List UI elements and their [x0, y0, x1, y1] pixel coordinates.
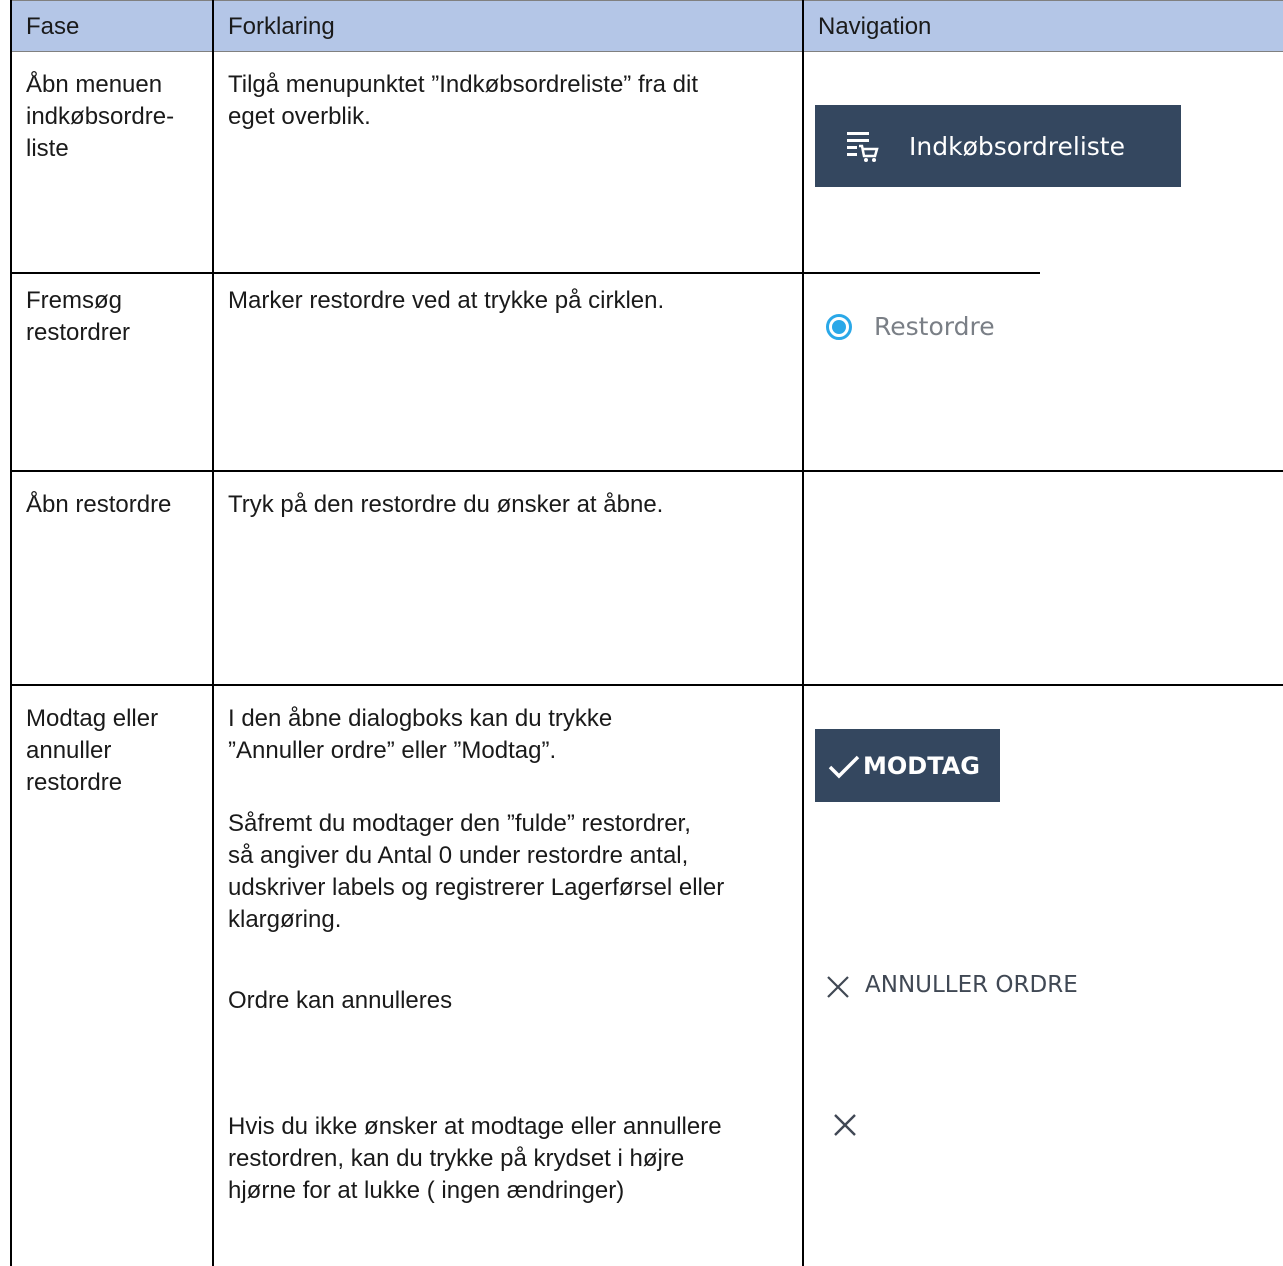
table-divider	[802, 0, 804, 1266]
row3-fase: Åbn restordre	[26, 491, 172, 518]
check-icon	[827, 752, 861, 780]
row1-fase: Åbn menuen indkøbsordre- liste	[26, 71, 175, 162]
header-fase: Fase	[26, 13, 80, 40]
modtag-label: MODTAG	[863, 751, 980, 780]
table-divider	[10, 51, 1283, 52]
list-cart-icon	[845, 129, 879, 163]
table-divider	[212, 0, 214, 1266]
table-header	[10, 0, 1283, 52]
row2-fase: Fremsøg restordrer	[26, 287, 131, 346]
table-divider	[10, 470, 1283, 472]
row4-fase: Modtag eller annuller restordre	[26, 705, 159, 796]
row3-forklaring: Tryk på den restordre du ønsker at åbne.	[228, 491, 664, 518]
restordre-radio[interactable]: Restordre	[826, 312, 995, 341]
header-navigation: Navigation	[818, 13, 932, 40]
row4-forklaring-p2: Såfremt du modtager den ”fulde” restordr…	[228, 810, 725, 933]
close-icon[interactable]	[833, 1113, 857, 1137]
radio-selected-icon	[826, 313, 852, 340]
indkobsordreliste-button[interactable]: Indkøbsordreliste	[815, 105, 1181, 187]
table-divider	[10, 0, 12, 1266]
header-forklaring: Forklaring	[228, 13, 335, 40]
row4-forklaring-p3: Ordre kan annulleres	[228, 987, 453, 1014]
table-divider	[10, 0, 1283, 1]
row4-forklaring-p4: Hvis du ikke ønsker at modtage eller ann…	[228, 1113, 722, 1204]
table-divider	[10, 272, 1040, 274]
row2-forklaring: Marker restordre ved at trykke på cirkle…	[228, 287, 665, 314]
restordre-radio-label: Restordre	[874, 312, 995, 341]
row4-forklaring-p1: I den åbne dialogboks kan du trykke ”Ann…	[228, 705, 613, 764]
modtag-button[interactable]: MODTAG	[815, 729, 1000, 802]
indkobsordreliste-label: Indkøbsordreliste	[909, 131, 1125, 161]
row1-forklaring: Tilgå menupunktet ”Indkøbsordreliste” fr…	[228, 71, 698, 130]
annuller-ordre-label: ANNULLER ORDRE	[865, 972, 1078, 998]
table-divider	[10, 684, 1283, 686]
annuller-ordre-button[interactable]: ANNULLER ORDRE	[825, 970, 1078, 1000]
close-icon	[825, 974, 851, 1000]
